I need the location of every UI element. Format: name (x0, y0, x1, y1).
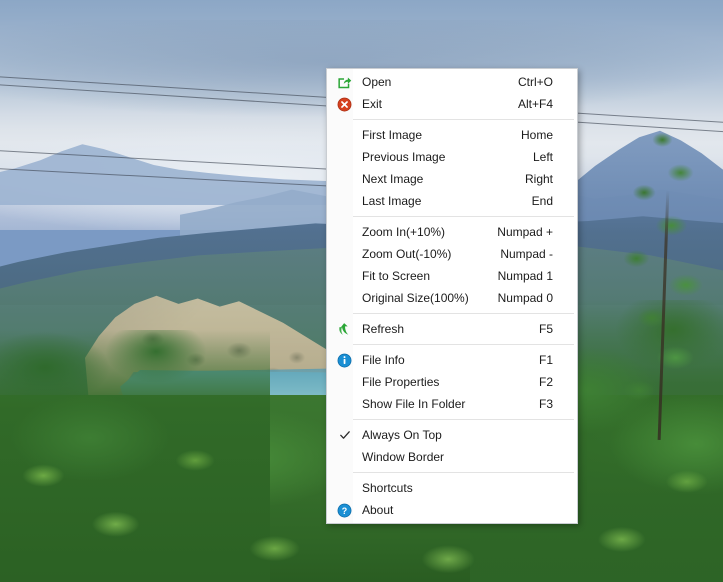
menu-item-label: Previous Image (362, 150, 446, 164)
menu-item-file-info[interactable]: File Info F1 (327, 349, 577, 371)
menu-item-zoom-out-10[interactable]: Zoom Out(-10%) Numpad - (327, 243, 577, 265)
menu-item-shortcut: F5 (538, 322, 553, 336)
menu-item-label: File Properties (362, 375, 440, 389)
menu-separator (330, 119, 574, 120)
menu-item-label: Zoom In(+10%) (362, 225, 446, 239)
refresh-arrow-icon (339, 322, 349, 335)
open-folder-arrow-icon (327, 71, 362, 93)
menu-separator (330, 344, 574, 345)
menu-item-label: Shortcuts (362, 481, 413, 495)
menu-item-first-image[interactable]: First Image Home (327, 124, 577, 146)
menu-item-icon-slot (327, 124, 362, 146)
menu-item-shortcuts[interactable]: Shortcuts (327, 477, 577, 499)
context-menu-body: Open Ctrl+O Exit Alt+F4 First Image Home Previ… (327, 71, 577, 521)
exit-close-icon (327, 93, 362, 115)
menu-item-fit-to-screen[interactable]: Fit to Screen Numpad 1 (327, 265, 577, 287)
menu-item-label: Open (362, 75, 392, 89)
menu-item-icon-slot (327, 371, 362, 393)
menu-item-icon-slot (327, 221, 362, 243)
check-icon (339, 431, 350, 439)
refresh-arrow-icon (327, 318, 362, 340)
menu-item-shortcut: F1 (538, 353, 553, 367)
app-root: Open Ctrl+O Exit Alt+F4 First Image Home Previ… (0, 0, 723, 582)
help-question-icon: ? (337, 503, 352, 517)
menu-item-label: Fit to Screen (362, 269, 431, 283)
menu-item-shortcut: F2 (538, 375, 553, 389)
menu-item-icon-slot (327, 146, 362, 168)
menu-item-label: File Info (362, 353, 405, 367)
menu-item-always-on-top[interactable]: Always On Top (327, 424, 577, 446)
menu-item-next-image[interactable]: Next Image Right (327, 168, 577, 190)
svg-text:?: ? (342, 506, 347, 516)
menu-item-shortcut: Left (532, 150, 553, 164)
menu-separator (330, 313, 574, 314)
menu-item-shortcut: Numpad + (497, 225, 553, 239)
menu-item-shortcut: Alt+F4 (517, 97, 553, 111)
menu-item-zoom-in-10[interactable]: Zoom In(+10%) Numpad + (327, 221, 577, 243)
menu-item-show-file-in-folder[interactable]: Show File In Folder F3 (327, 393, 577, 415)
menu-item-icon-slot (327, 446, 362, 468)
exit-close-icon (337, 97, 352, 111)
menu-item-exit[interactable]: Exit Alt+F4 (327, 93, 577, 115)
menu-item-icon-slot (327, 265, 362, 287)
menu-item-window-border[interactable]: Window Border (327, 446, 577, 468)
menu-item-shortcut: F3 (538, 397, 553, 411)
menu-item-label: Exit (362, 97, 383, 111)
menu-item-icon-slot (327, 243, 362, 265)
menu-item-label: About (362, 503, 394, 517)
help-question-icon: ? (327, 499, 362, 521)
menu-item-last-image[interactable]: Last Image End (327, 190, 577, 212)
menu-separator (330, 472, 574, 473)
menu-separator (330, 419, 574, 420)
menu-item-label: First Image (362, 128, 423, 142)
context-menu[interactable]: Open Ctrl+O Exit Alt+F4 First Image Home Previ… (326, 68, 578, 524)
menu-item-label: Original Size(100%) (362, 291, 469, 305)
menu-item-open[interactable]: Open Ctrl+O (327, 71, 577, 93)
menu-item-label: Always On Top (362, 428, 442, 442)
menu-item-label: Zoom Out(-10%) (362, 247, 452, 261)
menu-item-label: Last Image (362, 194, 422, 208)
menu-item-about[interactable]: ? About (327, 499, 577, 521)
check-icon (327, 424, 362, 446)
menu-item-icon-slot (327, 168, 362, 190)
menu-item-refresh[interactable]: Refresh F5 (327, 318, 577, 340)
menu-item-icon-slot (327, 393, 362, 415)
info-icon (337, 353, 352, 367)
open-folder-arrow-icon (338, 76, 352, 88)
menu-item-label: Refresh (362, 322, 405, 336)
menu-item-icon-slot (327, 477, 362, 499)
menu-item-shortcut: Numpad - (500, 247, 553, 261)
menu-item-original-size-100[interactable]: Original Size(100%) Numpad 0 (327, 287, 577, 309)
menu-item-label: Show File In Folder (362, 397, 466, 411)
menu-item-shortcut: Numpad 0 (497, 291, 553, 305)
menu-item-icon-slot (327, 190, 362, 212)
menu-item-shortcut: Home (520, 128, 553, 142)
menu-item-shortcut: Ctrl+O (517, 75, 553, 89)
menu-item-file-properties[interactable]: File Properties F2 (327, 371, 577, 393)
menu-item-shortcut: End (531, 194, 553, 208)
menu-item-label: Next Image (362, 172, 424, 186)
menu-item-label: Window Border (362, 450, 445, 464)
menu-item-shortcut: Numpad 1 (497, 269, 553, 283)
menu-item-icon-slot (327, 287, 362, 309)
info-icon (327, 349, 362, 371)
menu-item-previous-image[interactable]: Previous Image Left (327, 146, 577, 168)
menu-separator (330, 216, 574, 217)
menu-item-shortcut: Right (524, 172, 553, 186)
